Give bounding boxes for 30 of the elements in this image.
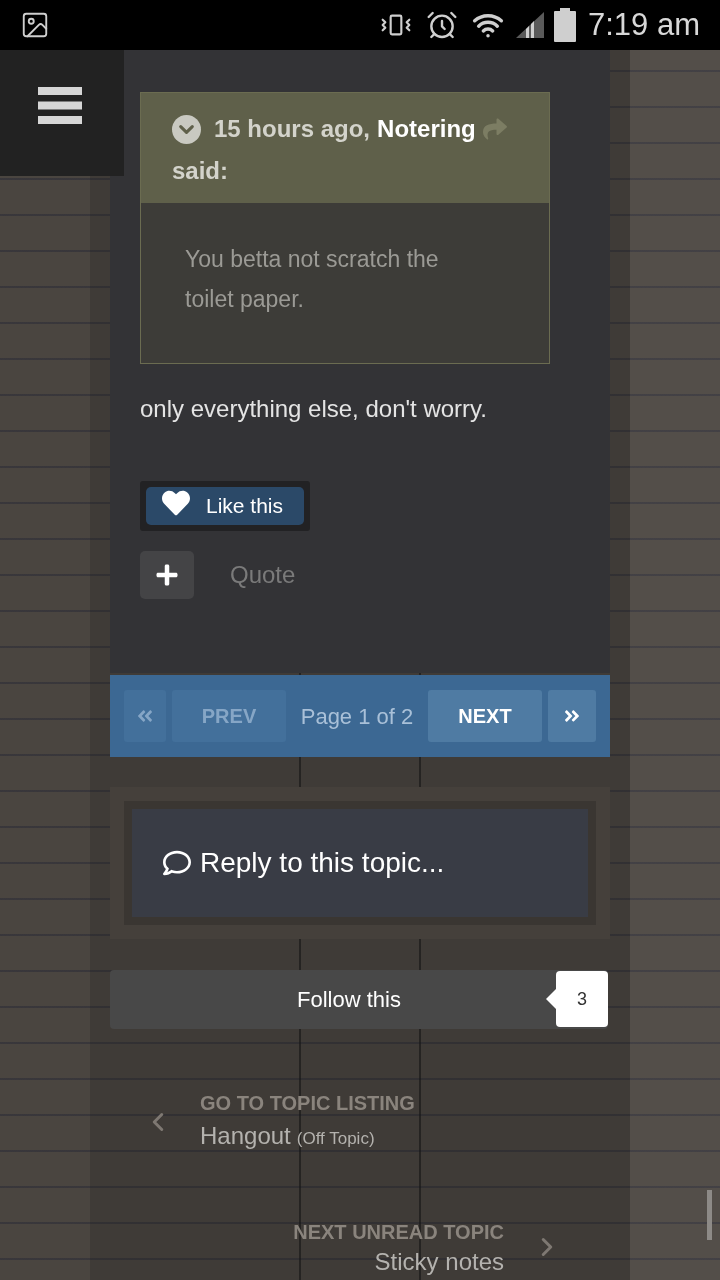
battery-icon [554,8,576,42]
heart-icon [160,489,192,517]
plus-icon [140,551,194,599]
double-chevron-left-icon [136,707,154,725]
quote-said: said: [172,156,229,186]
double-chevron-right-icon [563,707,581,725]
topic-link[interactable]: Sticky notes [374,1246,504,1277]
author-link[interactable]: Notering [377,113,476,145]
speech-bubble-icon [162,849,192,877]
alarm-icon [426,9,458,41]
quote-timestamp: 15 hours ago, [214,114,371,144]
like-button[interactable]: Like this [146,487,304,525]
last-page-button[interactable] [548,690,596,742]
quote-button[interactable]: Quote [140,551,296,599]
signal-icon [516,12,544,38]
forum-note: (Off Topic) [296,1128,375,1150]
nav-caption: NEXT UNREAD TOPIC [293,1219,504,1244]
topic-link[interactable]: Hangout [200,1121,291,1151]
menu-icon [38,86,82,124]
reply-field[interactable]: Reply to this topic... [132,809,588,917]
image-icon [20,10,50,40]
nav-caption: GO TO TOPIC LISTING [200,1091,415,1115]
clock-time: 7:19 am [588,5,700,44]
scroll-indicator [707,1190,712,1240]
chevron-circle-icon[interactable] [172,114,201,144]
page-info: Page 1 of 2 [299,702,415,731]
quote-text: You betta not scratch the toilet paper. [185,245,440,314]
post-text: only everything else, don't worry. [140,394,487,424]
menu-button[interactable] [0,50,124,176]
next-button[interactable]: NEXT [428,690,542,742]
